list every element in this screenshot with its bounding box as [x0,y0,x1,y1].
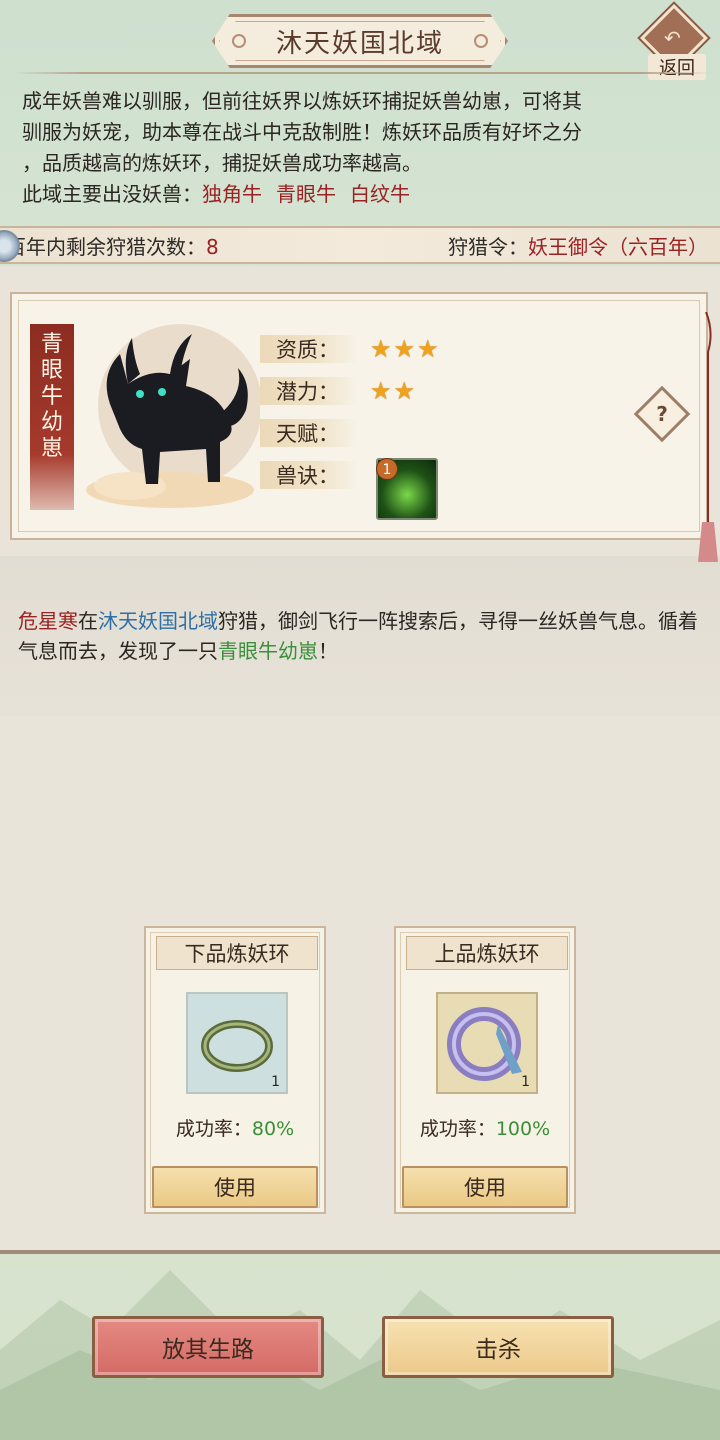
beast-skill-icon[interactable]: 1 [376,458,438,520]
story-beast: 青眼牛幼崽 [218,639,318,663]
hunt-token-label: 狩猎令： [448,234,528,259]
title-left-ornament [232,34,246,48]
skill-label: 兽诀： [260,461,358,489]
monster-name-ribbon: 青 眼 牛 幼 崽 [30,324,74,510]
success-rate-label: 成功率： [419,1118,496,1140]
spare-button[interactable]: 放其生路 [92,1316,324,1378]
monster-name-char: 青 [40,332,63,357]
region-monsters: 此域主要出没妖兽：独角牛 青眼牛 白纹牛 [22,179,700,210]
remaining-hunts-label: 百年内剩余狩猎次数： [6,234,206,259]
quality-label: 资质： [260,335,358,363]
title-right-ornament [474,34,488,48]
potential-label: 潜力： [260,377,358,405]
monster-card: 青 眼 牛 幼 崽 资质： ★ ★ ★ 潜力： ★ ★ 天赋： 兽诀： 1 ? [10,292,718,562]
success-rate-value: 100% [495,1118,551,1140]
hunt-token: 狩猎令：妖王御令（六百年） [448,231,708,260]
monster-name-char: 崽 [40,436,63,461]
star-icon: ★ [417,335,439,363]
skill-level-badge: 1 [376,458,398,480]
title-banner: 沐天妖国北域 [212,14,508,68]
success-rate-label: 成功率： [175,1118,252,1140]
story-text: 在 [78,609,98,633]
story-text: ！ [318,639,338,663]
hunt-token-value: 妖王御令（六百年） [528,234,708,259]
back-button[interactable]: ↶ 返回 [640,4,708,80]
star-icon: ★ [393,377,416,405]
description-line: ，品质越高的炼妖环，捕捉妖兽成功率越高。 [22,151,422,175]
story-place: 沐天妖国北域 [98,609,218,633]
monsters-label: 此域主要出没妖兽： [22,182,202,206]
talent-row: 天赋： [260,418,358,448]
quality-row: 资质： ★ ★ ★ [260,334,439,364]
monster-name: 青眼牛 [276,182,336,206]
talent-label: 天赋： [260,419,358,447]
monster-name: 独角牛 [202,182,262,206]
description-line: 成年妖兽难以驯服，但前往妖界以炼妖环捕捉妖兽幼崽，可将其 [22,89,582,113]
use-high-ring-button[interactable]: 使用 [402,1166,568,1208]
potential-stars: ★ ★ [370,377,415,405]
purple-ring-icon[interactable]: 1 [436,992,538,1094]
star-icon: ★ [370,335,392,363]
ring-count: 1 [521,1074,530,1090]
star-icon: ★ [370,377,392,405]
monster-name-char: 眼 [40,358,63,383]
skill-row: 兽诀： [260,460,358,490]
ring-title: 上品炼妖环 [406,936,568,970]
tassel-ornament-icon [698,312,718,562]
ring-count: 1 [271,1074,280,1090]
potential-row: 潜力： ★ ★ [260,376,415,406]
use-low-ring-button[interactable]: 使用 [152,1166,318,1208]
success-rate: 成功率：100% [396,1114,574,1141]
region-description: 成年妖兽难以驯服，但前往妖界以炼妖环捕捉妖兽幼崽，可将其 驯服为妖宠，助本尊在战… [0,74,720,222]
page-title: 沐天妖国北域 [275,28,444,59]
success-rate-value: 80% [251,1118,295,1140]
jade-ring-icon[interactable]: 1 [186,992,288,1094]
description-line: 驯服为妖宠，助本尊在战斗中克敌制胜！炼妖环品质有好坏之分 [22,120,582,144]
back-swirl-icon: ↶ [664,26,681,50]
monster-name: 白纹牛 [350,182,410,206]
remaining-hunts-value: 8 [206,234,219,259]
question-icon: ? [656,402,668,426]
star-icon: ★ [393,335,416,363]
monster-name-char: 幼 [40,410,63,435]
monster-name-char: 牛 [40,384,63,409]
ring-title: 下品炼妖环 [156,936,318,970]
encounter-panel: 青 眼 牛 幼 崽 资质： ★ ★ ★ 潜力： ★ ★ 天赋： 兽诀： 1 ? … [0,266,720,1254]
ring-card-low: 下品炼妖环 1 成功率：80% 使用 [144,926,326,1214]
hunt-info-bar: 百年内剩余狩猎次数：8 狩猎令：妖王御令（六百年） [0,226,720,264]
remaining-hunts: 百年内剩余狩猎次数：8 [6,231,219,260]
bull-beast-image [86,324,260,508]
ring-card-high: 上品炼妖环 1 成功率：100% 使用 [394,926,576,1214]
hero-name: 危星寒 [18,609,78,633]
success-rate: 成功率：80% [146,1114,324,1141]
kill-button[interactable]: 击杀 [382,1316,614,1378]
encounter-story: 危星寒在沐天妖国北域狩猎，御剑飞行一阵搜索后，寻得一丝妖兽气息。循着气息而去，发… [18,606,708,666]
help-button[interactable]: ? [633,385,691,443]
quality-stars: ★ ★ ★ [370,335,439,363]
